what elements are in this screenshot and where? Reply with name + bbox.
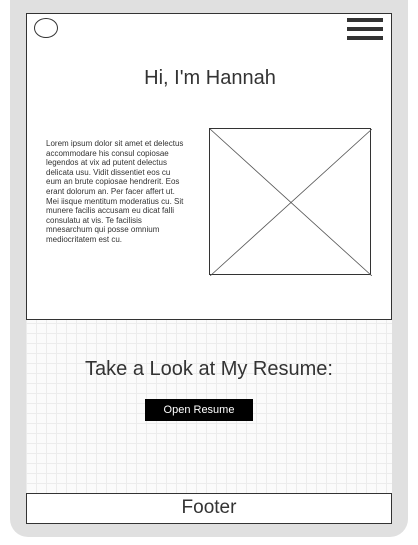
hamburger-menu-icon[interactable] (347, 18, 383, 41)
image-placeholder-icon (209, 128, 372, 276)
hero-body-text: Lorem ipsum dolor sit amet et delectus a… (46, 139, 184, 244)
footer: Footer (26, 493, 392, 524)
hero-title: Hi, I'm Hannah (144, 67, 276, 89)
resume-heading: Take a Look at My Resume: (85, 358, 333, 380)
header (26, 13, 392, 46)
menu-bar (347, 36, 383, 40)
circle-logo-icon[interactable] (34, 18, 58, 38)
menu-bar (347, 18, 383, 22)
open-resume-button[interactable]: Open Resume (145, 399, 253, 421)
menu-bar (347, 27, 383, 31)
image-placeholder-cross (210, 129, 372, 276)
hero-section: Hi, I'm Hannah Lorem ipsum dolor sit ame… (26, 45, 392, 320)
